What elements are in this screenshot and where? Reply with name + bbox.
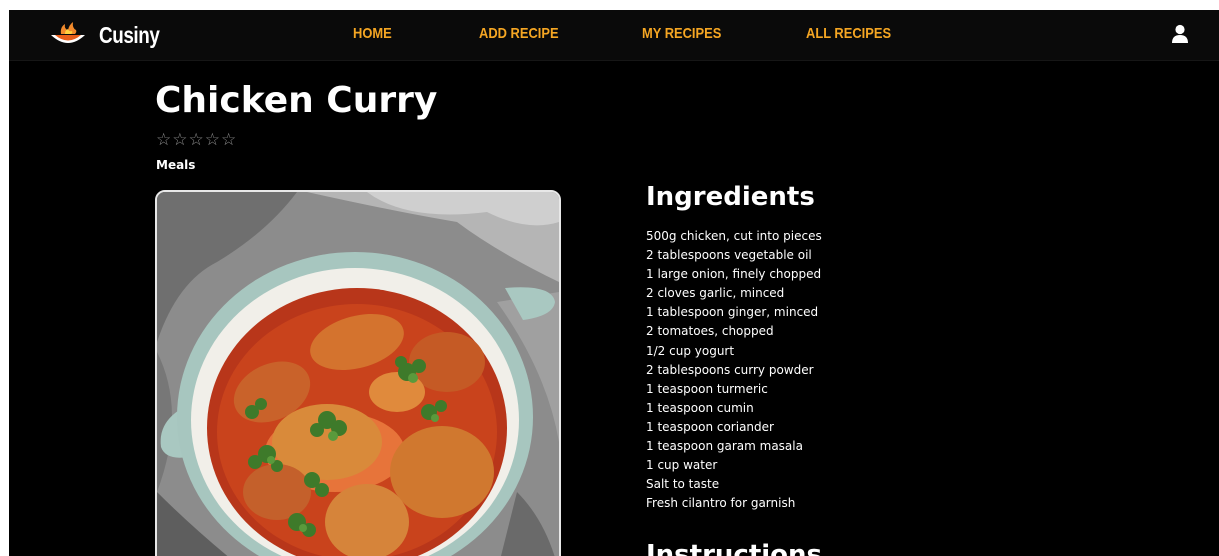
rating-stars: ☆ ☆ ☆ ☆ ☆ <box>156 130 236 150</box>
app-frame: Cusiny HOME ADD RECIPE MY RECIPES ALL RE… <box>9 10 1219 556</box>
ingredient-item: 2 tomatoes, chopped <box>646 324 774 339</box>
ingredient-item: 1 teaspoon turmeric <box>646 381 768 396</box>
star-outline-icon[interactable]: ☆ <box>205 130 220 150</box>
ingredients-heading: Ingredients <box>646 182 815 212</box>
ingredient-item: 1 tablespoon ginger, minced <box>646 305 819 320</box>
star-outline-icon[interactable]: ☆ <box>156 130 171 150</box>
ingredient-item: 1 teaspoon coriander <box>646 419 774 434</box>
instructions-heading: Instructions <box>646 540 823 556</box>
ingredient-item: 2 cloves garlic, minced <box>646 286 785 301</box>
chicken-curry-photo <box>157 192 559 556</box>
nav-link-add-recipe[interactable]: ADD RECIPE <box>479 25 559 42</box>
ingredient-item: 1 large onion, finely chopped <box>646 267 822 282</box>
user-icon[interactable] <box>1171 24 1189 44</box>
flaming-pot-icon <box>51 22 85 43</box>
ingredient-item: 1 teaspoon cumin <box>646 400 754 415</box>
nav-link-all-recipes[interactable]: ALL RECIPES <box>806 25 891 42</box>
ingredient-item: 1/2 cup yogurt <box>646 343 735 358</box>
ingredient-item: 2 tablespoons curry powder <box>646 362 814 377</box>
ingredient-item: Fresh cilantro for garnish <box>646 496 796 511</box>
star-outline-icon[interactable]: ☆ <box>221 130 236 150</box>
nav-link-home[interactable]: HOME <box>353 25 392 42</box>
star-outline-icon[interactable]: ☆ <box>189 130 204 150</box>
brand-name: Cusiny <box>99 21 160 48</box>
ingredient-item: Salt to taste <box>646 477 720 492</box>
ingredient-item: 2 tablespoons vegetable oil <box>646 248 812 263</box>
navbar: Cusiny HOME ADD RECIPE MY RECIPES ALL RE… <box>9 10 1219 61</box>
ingredient-item: 1 teaspoon garam masala <box>646 439 803 454</box>
nav-link-my-recipes[interactable]: MY RECIPES <box>642 25 721 42</box>
ingredients-list: 500g chicken, cut into pieces 2 tablespo… <box>646 227 822 513</box>
recipe-title: Chicken Curry <box>155 80 438 121</box>
recipe-category: Meals <box>156 158 196 172</box>
brand[interactable]: Cusiny <box>49 20 173 50</box>
star-outline-icon[interactable]: ☆ <box>172 130 187 150</box>
ingredient-item: 500g chicken, cut into pieces <box>646 229 822 243</box>
recipe-image <box>155 190 561 556</box>
ingredient-item: 1 cup water <box>646 458 718 473</box>
